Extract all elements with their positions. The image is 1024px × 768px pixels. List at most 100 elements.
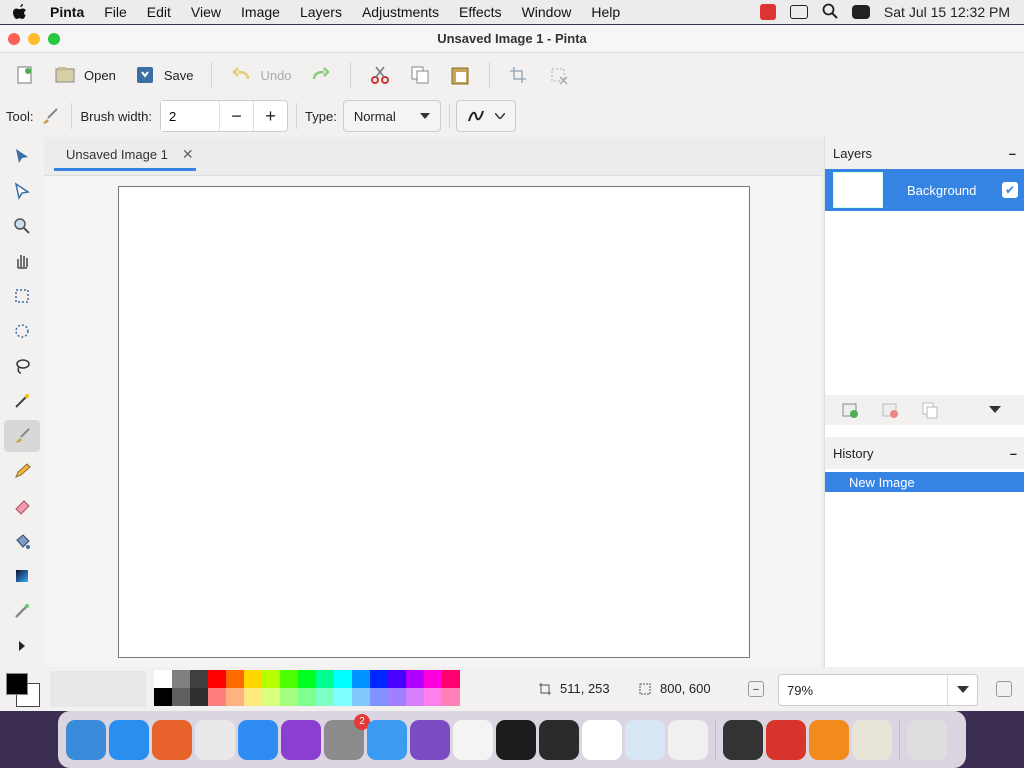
decrease-brush-width-button[interactable]: − xyxy=(219,101,253,131)
redo-button[interactable] xyxy=(310,65,332,85)
palette-color-swatch[interactable] xyxy=(154,688,172,706)
menu-view[interactable]: View xyxy=(181,4,231,20)
document-tab[interactable]: Unsaved Image 1 ✕ xyxy=(54,141,196,171)
dock-weather-icon[interactable] xyxy=(367,719,407,760)
collapse-history-button[interactable]: – xyxy=(1010,446,1017,461)
palette-color-swatch[interactable] xyxy=(370,688,388,706)
history-item[interactable]: New Image xyxy=(825,472,1024,492)
palette-color-swatch[interactable] xyxy=(280,688,298,706)
dock-trash-icon[interactable] xyxy=(907,719,947,760)
delete-layer-icon[interactable] xyxy=(881,401,899,419)
palette-color-swatch[interactable] xyxy=(190,670,208,688)
tool-zoom[interactable] xyxy=(4,210,40,242)
palette-color-swatch[interactable] xyxy=(424,670,442,688)
tools-more-button[interactable] xyxy=(4,630,40,662)
parallels-status-icon[interactable] xyxy=(759,4,776,20)
palette-color-swatch[interactable] xyxy=(334,688,352,706)
tool-gradient[interactable] xyxy=(4,560,40,592)
palette-color-swatch[interactable] xyxy=(244,688,262,706)
menu-window[interactable]: Window xyxy=(512,4,582,20)
tool-move-selection[interactable] xyxy=(4,175,40,207)
palette-color-swatch[interactable] xyxy=(280,670,298,688)
tool-lasso-select[interactable] xyxy=(4,350,40,382)
zoom-fit-button[interactable] xyxy=(996,681,1012,697)
dock-app-store-icon[interactable] xyxy=(238,719,278,760)
image-canvas[interactable] xyxy=(118,186,750,658)
palette-color-swatch[interactable] xyxy=(352,688,370,706)
palette-color-swatch[interactable] xyxy=(298,670,316,688)
menu-file[interactable]: File xyxy=(94,4,137,20)
dock-vscode-icon[interactable] xyxy=(582,719,622,760)
menu-help[interactable]: Help xyxy=(581,4,630,20)
zoom-window-button[interactable] xyxy=(48,33,60,45)
cut-button[interactable] xyxy=(369,65,391,85)
control-center-icon[interactable] xyxy=(851,5,870,19)
dock-preview-icon[interactable] xyxy=(625,719,665,760)
dock-finder-icon[interactable] xyxy=(66,719,106,760)
paste-button[interactable] xyxy=(449,65,471,85)
palette-color-swatch[interactable] xyxy=(262,670,280,688)
palette-color-swatch[interactable] xyxy=(442,688,460,706)
open-button[interactable]: Open xyxy=(54,65,116,85)
palette-color-swatch[interactable] xyxy=(388,670,406,688)
apple-menu-icon[interactable] xyxy=(0,3,40,21)
copy-button[interactable] xyxy=(409,65,431,85)
dock-podcasts-icon[interactable] xyxy=(281,719,321,760)
window-switcher-icon[interactable] xyxy=(789,5,808,19)
menu-adjustments[interactable]: Adjustments xyxy=(352,4,449,20)
palette-color-swatch[interactable] xyxy=(334,670,352,688)
tool-ellipse-select[interactable] xyxy=(4,315,40,347)
palette-color-swatch[interactable] xyxy=(244,670,262,688)
new-image-button[interactable] xyxy=(14,65,36,85)
palette-color-swatch[interactable] xyxy=(154,670,172,688)
zoom-combobox[interactable]: 79% xyxy=(778,674,978,706)
add-layer-icon[interactable] xyxy=(841,401,859,419)
tool-paintbrush[interactable] xyxy=(4,420,40,452)
duplicate-layer-icon[interactable] xyxy=(921,401,939,419)
layer-menu-chevron-icon[interactable] xyxy=(989,406,1001,414)
menu-edit[interactable]: Edit xyxy=(137,4,181,20)
dock-calculator-icon[interactable] xyxy=(723,719,763,760)
antialiasing-dropdown[interactable] xyxy=(455,100,516,132)
increase-brush-width-button[interactable]: + xyxy=(253,101,287,131)
crop-to-selection-button[interactable] xyxy=(508,65,530,85)
clock[interactable]: Sat Jul 15 12:32 PM xyxy=(884,4,1010,20)
spotlight-search-icon[interactable] xyxy=(822,3,838,22)
tool-pencil[interactable] xyxy=(4,455,40,487)
palette-color-swatch[interactable] xyxy=(208,688,226,706)
tool-pan[interactable] xyxy=(4,245,40,277)
tool-paint-bucket[interactable] xyxy=(4,525,40,557)
close-tab-icon[interactable]: ✕ xyxy=(182,146,194,163)
palette-color-swatch[interactable] xyxy=(352,670,370,688)
palette-color-swatch[interactable] xyxy=(388,688,406,706)
dock-pinta-icon[interactable] xyxy=(852,719,892,760)
dock-books-icon[interactable] xyxy=(809,719,849,760)
palette-color-swatch[interactable] xyxy=(370,670,388,688)
palette-color-swatch[interactable] xyxy=(316,688,334,706)
palette-color-swatch[interactable] xyxy=(226,688,244,706)
close-window-button[interactable] xyxy=(8,33,20,45)
minimize-window-button[interactable] xyxy=(28,33,40,45)
palette-color-swatch[interactable] xyxy=(172,688,190,706)
zoom-out-button[interactable]: – xyxy=(748,681,764,697)
collapse-layers-button[interactable]: – xyxy=(1009,146,1016,161)
tool-eraser[interactable] xyxy=(4,490,40,522)
palette-color-swatch[interactable] xyxy=(406,688,424,706)
dock-console-icon[interactable] xyxy=(539,719,579,760)
deselect-button[interactable] xyxy=(548,65,570,85)
menu-image[interactable]: Image xyxy=(231,4,290,20)
layer-visibility-checkbox[interactable]: ✔ xyxy=(1002,182,1018,198)
undo-button[interactable]: Undo xyxy=(230,65,292,85)
dock-firefox-icon[interactable] xyxy=(152,719,192,760)
tool-move-selected[interactable] xyxy=(4,140,40,172)
palette-color-swatch[interactable] xyxy=(190,688,208,706)
dock-launchpad-icon[interactable] xyxy=(668,719,708,760)
app-menu[interactable]: Pinta xyxy=(40,4,94,20)
dock-system-settings-icon[interactable]: 2 xyxy=(324,713,370,760)
zoom-dropdown-button[interactable] xyxy=(947,675,977,705)
dock-chrome-icon[interactable] xyxy=(195,719,235,760)
layer-item[interactable]: Background ✔ xyxy=(825,169,1024,211)
palette-color-swatch[interactable] xyxy=(424,688,442,706)
palette-color-swatch[interactable] xyxy=(316,670,334,688)
primary-secondary-color-swatch[interactable] xyxy=(4,671,44,709)
